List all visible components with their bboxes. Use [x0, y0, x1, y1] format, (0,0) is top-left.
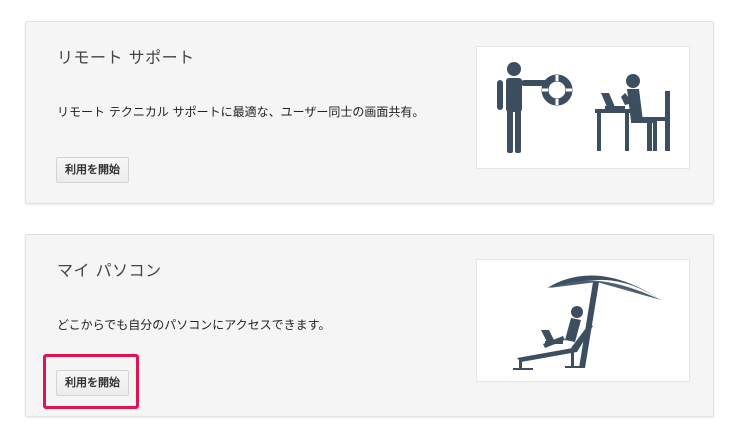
remote-support-illustration — [476, 46, 690, 169]
beach-laptop-icon — [513, 275, 661, 370]
page: リモート サポート リモート テクニカル サポートに最適な、ユーザー同士の画面共… — [0, 0, 745, 443]
my-computer-illustration — [476, 259, 690, 382]
remote-support-description: リモート テクニカル サポートに最適な、ユーザー同士の画面共有。 — [57, 105, 425, 119]
remote-support-title: リモート サポート — [57, 48, 195, 67]
my-computer-title: マイ パソコン — [57, 261, 162, 280]
remote-support-start-button[interactable]: 利用を開始 — [56, 157, 129, 183]
remote-support-card: リモート サポート リモート テクニカル サポートに最適な、ユーザー同士の画面共… — [25, 21, 714, 204]
my-computer-start-button[interactable]: 利用を開始 — [56, 370, 129, 396]
my-computer-card: マイ パソコン どこからでも自分のパソコンにアクセスできます。 利用を開始 — [25, 234, 714, 417]
my-computer-description: どこからでも自分のパソコンにアクセスできます。 — [57, 318, 331, 332]
lifebuoy-helper-icon — [497, 62, 670, 153]
